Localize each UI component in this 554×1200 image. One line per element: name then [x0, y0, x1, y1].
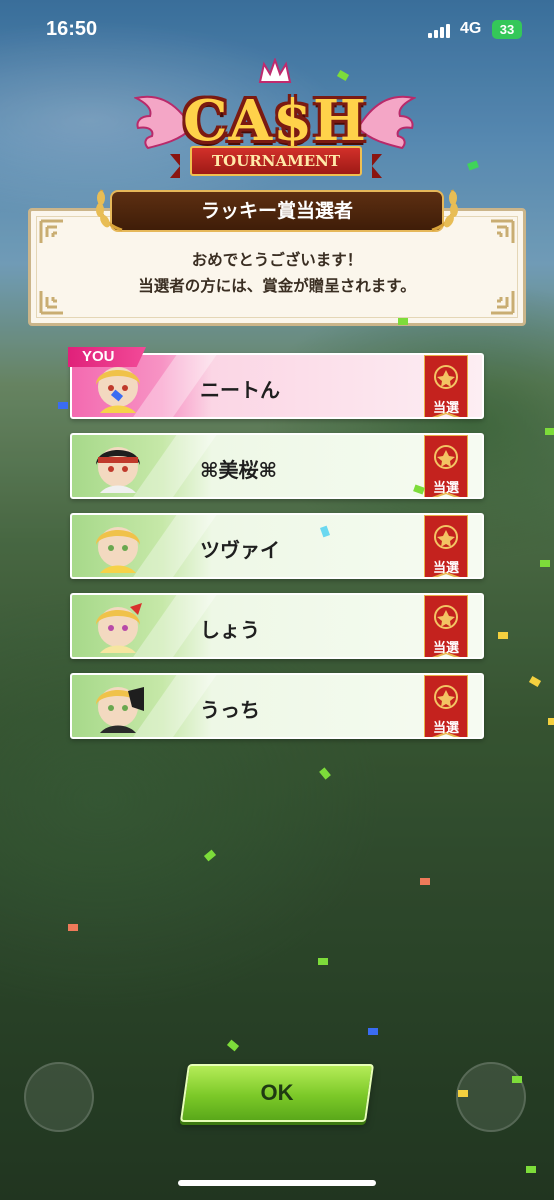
player-name: しょう [200, 618, 260, 642]
logo-title: CA$H [183, 88, 367, 154]
player-avatar [96, 687, 144, 733]
confetti [420, 878, 430, 885]
cellular-signal-icon [428, 24, 452, 38]
cash-tournament-logo: CA$H TOURNAMENT [134, 58, 416, 188]
player-name: ツヴァイ [200, 538, 280, 562]
logo-subtitle: TOURNAMENT [170, 146, 382, 178]
congratulations-message: おめでとうございます！ [191, 251, 363, 269]
background-control-left [24, 1062, 94, 1132]
you-tag: YOU [68, 347, 146, 367]
player-name: うっち [200, 698, 260, 722]
ok-button-label: OK [260, 1080, 294, 1105]
status-time: 16:50 [46, 18, 98, 40]
ornament-icon [39, 219, 63, 243]
player-avatar [96, 447, 140, 493]
status-bar: 16:50 4G 33 [0, 0, 554, 60]
player-name: ニートん [200, 378, 280, 402]
confetti [368, 1028, 378, 1035]
winner-badge-label: 当選 [432, 481, 459, 496]
winner-badge-label: 当選 [432, 401, 459, 416]
battery-level: 33 [499, 22, 515, 37]
confetti [526, 1166, 536, 1173]
confetti [548, 718, 554, 725]
home-indicator[interactable] [178, 1180, 376, 1186]
confetti [458, 1090, 468, 1097]
ornament-icon [491, 219, 515, 243]
battery-icon: 33 [492, 20, 522, 39]
confetti [540, 560, 550, 567]
laurel-icon [96, 189, 123, 232]
winner-badge-label: 当選 [432, 561, 459, 576]
laurel-icon [431, 189, 458, 232]
winner-row: うっち 当選 [70, 673, 484, 739]
network-type: 4G [460, 20, 482, 37]
confetti [318, 958, 328, 965]
background-control-right [456, 1062, 526, 1132]
confetti [58, 402, 68, 409]
confetti [512, 1076, 522, 1083]
confetti [498, 632, 508, 639]
player-avatar [96, 603, 142, 653]
winner-row: ツヴァイ 当選 [70, 513, 484, 579]
confetti [398, 318, 408, 325]
winner-row: しょう 当選 [70, 593, 484, 659]
player-avatar [96, 527, 140, 573]
ok-button[interactable]: OK [179, 1064, 375, 1122]
confetti [545, 428, 554, 435]
winners-header: ラッキー賞当選者 [110, 190, 444, 232]
prize-message: 当選者の方には、賞金が贈呈されます。 [138, 277, 416, 295]
crown-icon [258, 58, 292, 83]
winner-badge-label: 当選 [432, 721, 459, 736]
confetti [68, 924, 78, 931]
player-name: ⌘美桜⌘ [200, 458, 278, 482]
winner-badge-label: 当選 [432, 641, 459, 656]
